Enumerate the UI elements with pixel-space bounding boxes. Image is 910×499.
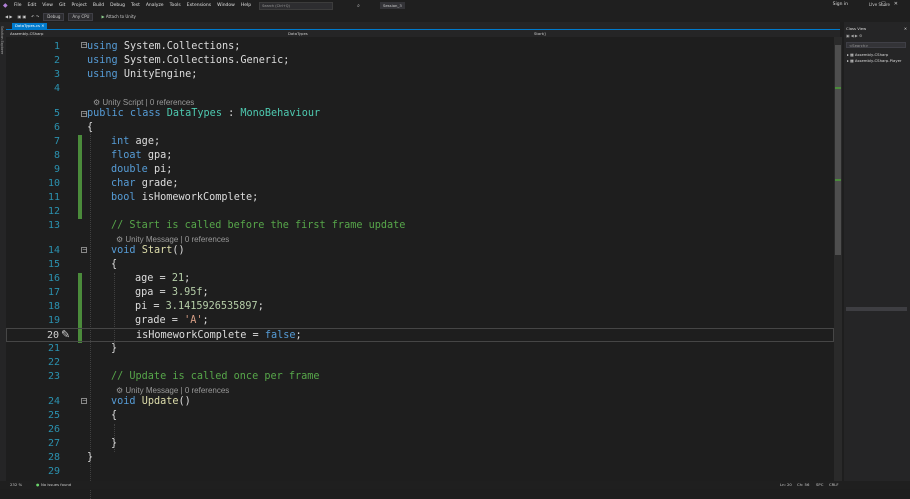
solution-name: Session_3 <box>379 2 405 9</box>
code-line: int age; <box>111 136 161 147</box>
live-share-button[interactable]: Live Share <box>869 2 890 7</box>
code-line: 9 double pi; <box>53 164 173 175</box>
code-line: 29 <box>47 466 60 477</box>
code-line: 4 <box>53 83 60 94</box>
code-line: 27} <box>47 438 118 449</box>
menu-view[interactable]: View <box>42 3 53 8</box>
undo-icon[interactable]: ↶ ↷ <box>31 14 39 19</box>
panel-splitter[interactable] <box>846 307 907 311</box>
class-view-search-input[interactable]: <Search> <box>846 42 906 48</box>
code-line: 17 gpa = 3.95f; <box>47 287 209 298</box>
change-mark <box>835 179 841 181</box>
save-icon[interactable]: ▣ ▣ <box>17 14 26 19</box>
navigation-bar: Assembly-CSharp DataTypes Start() <box>6 30 840 37</box>
code-line: 19 grade = 'A'; <box>47 315 209 326</box>
code-line: 8 float gpa; <box>53 150 173 161</box>
menu-tools[interactable]: Tools <box>170 3 181 8</box>
project-dropdown[interactable]: Assembly-CSharp <box>10 30 43 37</box>
platform-select[interactable]: Any CPU <box>68 12 94 21</box>
menu-project[interactable]: Project <box>71 3 86 8</box>
toolbar: ◀ ▶ ▣ ▣ ↶ ↷ Debug Any CPU ▶ Attach to Un… <box>0 11 910 22</box>
attach-to-unity-button[interactable]: ▶ Attach to Unity <box>101 14 135 19</box>
search-input[interactable]: Search (Ctrl+Q) <box>259 1 334 10</box>
no-issues-icon: ● <box>36 482 40 487</box>
quick-actions-icon[interactable]: ✎ <box>61 328 70 341</box>
code-line: 28} <box>47 452 94 463</box>
member-dropdown[interactable]: Start() <box>534 30 546 37</box>
zoom-level[interactable]: 232 % <box>10 481 22 489</box>
code-line: 1 using System.Collections; <box>53 41 241 52</box>
sign-in-link[interactable]: Sign in <box>833 2 848 7</box>
code-line: 15{ <box>47 259 118 270</box>
class-view-toolbar[interactable]: ▣ ◀ ▶ ⚙ <box>846 33 862 38</box>
issues-status[interactable]: No issues found <box>41 481 71 489</box>
class-dropdown[interactable]: DataTypes <box>288 30 308 37</box>
tab-label: DataTypes.cs <box>15 23 41 28</box>
line-ending-status[interactable]: CRLF <box>829 481 839 489</box>
menu-git[interactable]: Git <box>59 3 66 8</box>
close-icon[interactable]: ✕ <box>904 26 907 31</box>
tab-datatypes[interactable]: DataTypes.cs ✕ <box>12 23 48 29</box>
document-tab-strip: DataTypes.cs ✕ <box>6 22 840 30</box>
code-line: 6{ <box>53 122 94 133</box>
line-number-status[interactable]: Ln: 20 <box>780 481 792 489</box>
menu-build[interactable]: Build <box>93 3 104 8</box>
search-icon[interactable]: ⌕ <box>357 3 360 9</box>
code-line: 11 bool isHomeworkComplete; <box>47 192 259 203</box>
code-editor[interactable]: − − − − 1 using System.Collections; 2 usin… <box>6 37 834 499</box>
code-line: 14 void Start() <box>47 245 185 256</box>
configuration-select[interactable]: Debug <box>43 12 65 21</box>
code-line: 13// Start is called before the first fr… <box>47 220 406 231</box>
menu-bar: ◆ File Edit View Git Project Build Debug… <box>0 0 910 11</box>
column-status[interactable]: Ch: 56 <box>797 481 809 489</box>
attach-label: Attach to Unity <box>105 14 136 19</box>
code-line: 23// Update is called once per frame <box>47 371 320 382</box>
code-line: 18 pi = 3.1415926535897; <box>47 301 264 312</box>
code-line: 5 public class DataTypes : MonoBehaviour <box>53 108 321 119</box>
code-line: 2 using System.Collections.Generic; <box>53 55 290 66</box>
menu-help[interactable]: Help <box>241 3 251 8</box>
menu-extensions[interactable]: Extensions <box>187 3 211 8</box>
code-line: 3 using UnityEngine; <box>53 69 198 80</box>
scrollbar-thumb[interactable] <box>835 45 841 255</box>
code-line: 10 char grade; <box>47 178 179 189</box>
change-mark <box>835 87 841 89</box>
code-line: 16 age = 21; <box>47 273 191 284</box>
tree-item[interactable]: ▸ ▦ Assembly-CSharp-Player <box>847 58 901 63</box>
code-line: 25{ <box>47 410 118 421</box>
menu-window[interactable]: Window <box>217 3 235 8</box>
code-line: 24 void Update() <box>47 396 191 407</box>
code-line: 22 <box>47 357 60 368</box>
visual-studio-logo-icon: ◆ <box>3 2 8 9</box>
current-line[interactable]: 20 isHomeworkComplete = false; <box>6 328 834 342</box>
status-bar: 232 % ● No issues found Ln: 20 Ch: 56 SP… <box>0 481 910 489</box>
code-line: 21} <box>47 343 118 354</box>
class-view-title: Class View <box>846 26 867 31</box>
back-forward-icon[interactable]: ◀ ▶ <box>5 14 12 19</box>
code-line: 12 <box>47 206 60 217</box>
menu-edit[interactable]: Edit <box>28 3 37 8</box>
vertical-scrollbar[interactable] <box>834 37 842 481</box>
menu-analyze[interactable]: Analyze <box>146 3 164 8</box>
menu-debug[interactable]: Debug <box>110 3 125 8</box>
menu-file[interactable]: File <box>14 3 22 8</box>
code-line: 26 <box>47 424 60 435</box>
menu-test[interactable]: Test <box>131 3 140 8</box>
tree-item[interactable]: ▸ ▦ Assembly-CSharp <box>847 52 888 57</box>
whitespace-status[interactable]: SPC <box>816 481 823 489</box>
solution-explorer-label: Solution Explorer <box>0 26 4 55</box>
class-view-panel: Class View ✕ ▣ ◀ ▶ ⚙ <Search> ▸ ▦ Assemb… <box>844 22 910 481</box>
